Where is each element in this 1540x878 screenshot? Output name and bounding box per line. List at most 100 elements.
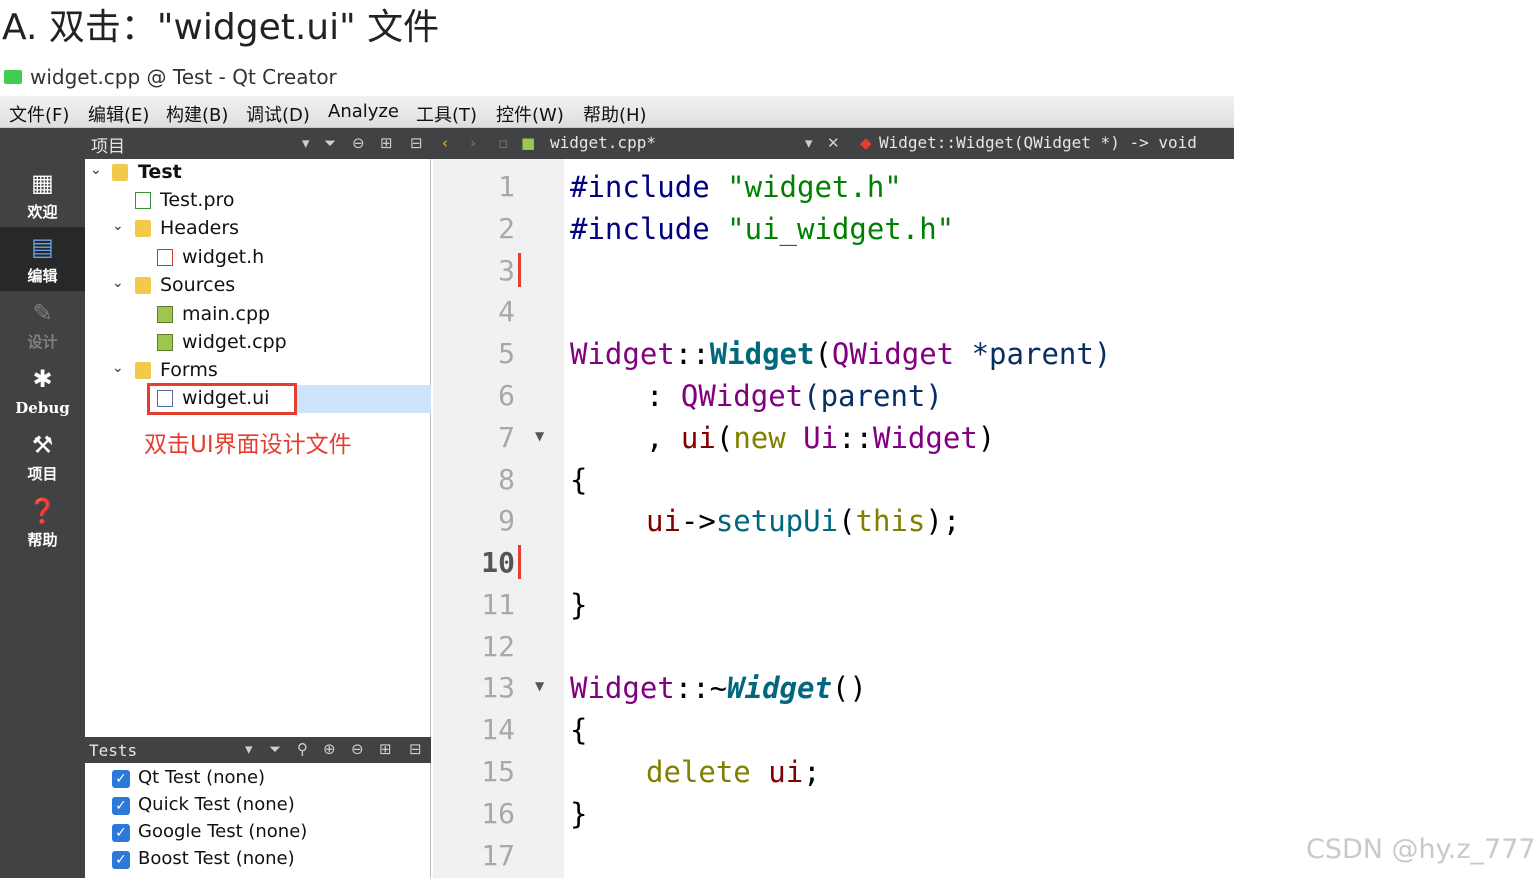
checkbox-checked-icon[interactable]: ✓ [112, 824, 130, 842]
code-token: -> [680, 504, 716, 538]
collapse-all-icon[interactable]: ⊖ [351, 740, 364, 758]
mode-welcome[interactable]: ▦ 欢迎 [0, 163, 85, 227]
chevron-down-icon[interactable]: ⌄ [112, 275, 124, 291]
tree-item-main-cpp[interactable]: main.cpp [85, 301, 431, 329]
open-document-selector[interactable]: widget.cpp* [550, 133, 656, 152]
close-pane-icon[interactable]: ⊟ [409, 740, 422, 758]
test-item-quick[interactable]: ✓ Quick Test (none) [85, 792, 431, 819]
dropdown-arrow-icon[interactable]: ▾ [302, 134, 310, 152]
test-item-boost[interactable]: ✓ Boost Test (none) [85, 846, 431, 873]
code-token: :: [838, 421, 874, 455]
line-number: 5 [498, 337, 515, 370]
line-number: 4 [498, 295, 515, 328]
menu-tools[interactable]: 工具(T) [416, 101, 477, 127]
filter-icon[interactable]: ⏷ [269, 740, 281, 758]
window-title: widget.cpp @ Test - Qt Creator [30, 65, 337, 89]
tree-label: Headers [160, 217, 240, 239]
cpp-file-icon [157, 334, 173, 351]
project-tree: ⌄ Test Test.pro ⌄ Headers widget.h ⌄ Sou… [85, 159, 431, 737]
menu-widgets[interactable]: 控件(W) [496, 101, 564, 127]
code-editor[interactable]: #include "widget.h" #include "ui_widget.… [564, 159, 1234, 878]
tree-item-pro-file[interactable]: Test.pro [85, 187, 431, 215]
test-item-google[interactable]: ✓ Google Test (none) [85, 819, 431, 846]
mode-design[interactable]: ✎ 设计 [0, 293, 85, 357]
document-icon: ▤ [31, 233, 54, 261]
tree-item-widget-cpp[interactable]: widget.cpp [85, 329, 431, 357]
line-number: 12 [481, 630, 515, 663]
fold-arrow-icon[interactable]: ▼ [535, 429, 544, 443]
mode-edit[interactable]: ▤ 编辑 [0, 227, 85, 291]
menu-analyze[interactable]: Analyze [328, 101, 399, 122]
forward-arrow-icon[interactable]: › [470, 134, 476, 152]
pin-icon[interactable]: ⚲ [297, 740, 308, 758]
link-icon[interactable]: ⊖ [352, 134, 365, 152]
help-icon: ❓ [27, 497, 58, 525]
code-token: Widget [727, 671, 832, 705]
symbol-selector[interactable]: Widget::Widget(QWidget *) -> void [879, 133, 1197, 152]
code-token: ( [814, 337, 832, 371]
bug-icon: ✱ [32, 365, 53, 393]
fold-arrow-icon[interactable]: ▼ [535, 679, 544, 693]
back-arrow-icon[interactable]: ‹ [442, 134, 448, 152]
code-token: ::~ [674, 671, 728, 705]
mode-help[interactable]: ❓ 帮助 [0, 491, 85, 555]
checkbox-checked-icon[interactable]: ✓ [112, 851, 130, 869]
checkbox-checked-icon[interactable]: ✓ [112, 770, 130, 788]
close-pane-icon[interactable]: ⊟ [410, 134, 423, 152]
code-token: , [646, 421, 681, 455]
project-pane-selector[interactable]: 项目 [91, 132, 125, 157]
qt-creator-icon [4, 70, 22, 84]
menu-debug[interactable]: 调试(D) [246, 101, 310, 127]
filter-icon[interactable]: ⏷ [324, 134, 336, 152]
test-item-qt[interactable]: ✓ Qt Test (none) [85, 765, 431, 792]
chevron-down-icon[interactable]: ⌄ [112, 360, 124, 376]
line-number: 17 [481, 839, 515, 872]
code-token: "widget.h" [727, 170, 902, 204]
tree-item-sources[interactable]: ⌄ Sources [85, 272, 431, 300]
tree-item-forms[interactable]: ⌄ Forms [85, 357, 431, 385]
line-number: 14 [481, 713, 515, 746]
annotation-text: 双击UI界面设计文件 [144, 432, 352, 458]
code-line-5: Widget::Widget(QWidget *parent) [570, 334, 1111, 374]
code-token: ); [925, 504, 961, 538]
test-label: Google Test (none) [138, 821, 308, 842]
document-dropdown-icon[interactable]: ▾ [805, 134, 813, 152]
tree-item-project[interactable]: ⌄ Test [85, 159, 431, 187]
pane-toolbar: 项目 ▾ ⏷ ⊖ ⊞ ⊟ ‹ › ▫ ■ widget.cpp* ▾ ✕ ◆ W… [0, 128, 1234, 159]
menu-build[interactable]: 构建(B) [166, 101, 228, 127]
menu-file[interactable]: 文件(F) [9, 101, 69, 127]
change-marker [518, 253, 521, 287]
code-token: Widget [570, 671, 675, 705]
code-line-13: Widget::~Widget() [570, 668, 867, 708]
code-token: Ui [803, 421, 839, 455]
cpp-file-icon [157, 306, 173, 323]
dropdown-arrow-icon[interactable]: ▾ [245, 740, 253, 758]
code-token: : [646, 379, 681, 413]
code-token: QWidget [831, 337, 955, 371]
chevron-down-icon[interactable]: ⌄ [112, 218, 124, 234]
mode-projects[interactable]: ⚒ 项目 [0, 425, 85, 489]
expand-all-icon[interactable]: ⊕ [323, 740, 336, 758]
test-label: Quick Test (none) [138, 794, 295, 815]
code-token: ) [977, 421, 996, 455]
folder-icon [135, 220, 151, 237]
symbol-icon: ◆ [860, 134, 872, 152]
menu-edit[interactable]: 编辑(E) [88, 101, 149, 127]
tests-pane-title[interactable]: Tests [89, 741, 137, 760]
split-icon[interactable]: ⊞ [379, 740, 392, 758]
chevron-down-icon[interactable]: ⌄ [90, 162, 102, 178]
tree-item-headers[interactable]: ⌄ Headers [85, 215, 431, 243]
menu-help[interactable]: 帮助(H) [583, 101, 647, 127]
tree-label: Forms [160, 359, 218, 381]
code-token: :: [674, 337, 710, 371]
tree-item-widget-h[interactable]: widget.h [85, 244, 431, 272]
close-document-icon[interactable]: ✕ [827, 134, 840, 152]
split-icon[interactable]: ⊞ [380, 134, 393, 152]
page-heading: A. 双击："widget.ui" 文件 [2, 7, 440, 48]
code-token: #include [570, 170, 710, 204]
mode-debug[interactable]: ✱ Debug [0, 359, 85, 423]
pencil-icon: ✎ [32, 299, 53, 327]
checkbox-checked-icon[interactable]: ✓ [112, 797, 130, 815]
